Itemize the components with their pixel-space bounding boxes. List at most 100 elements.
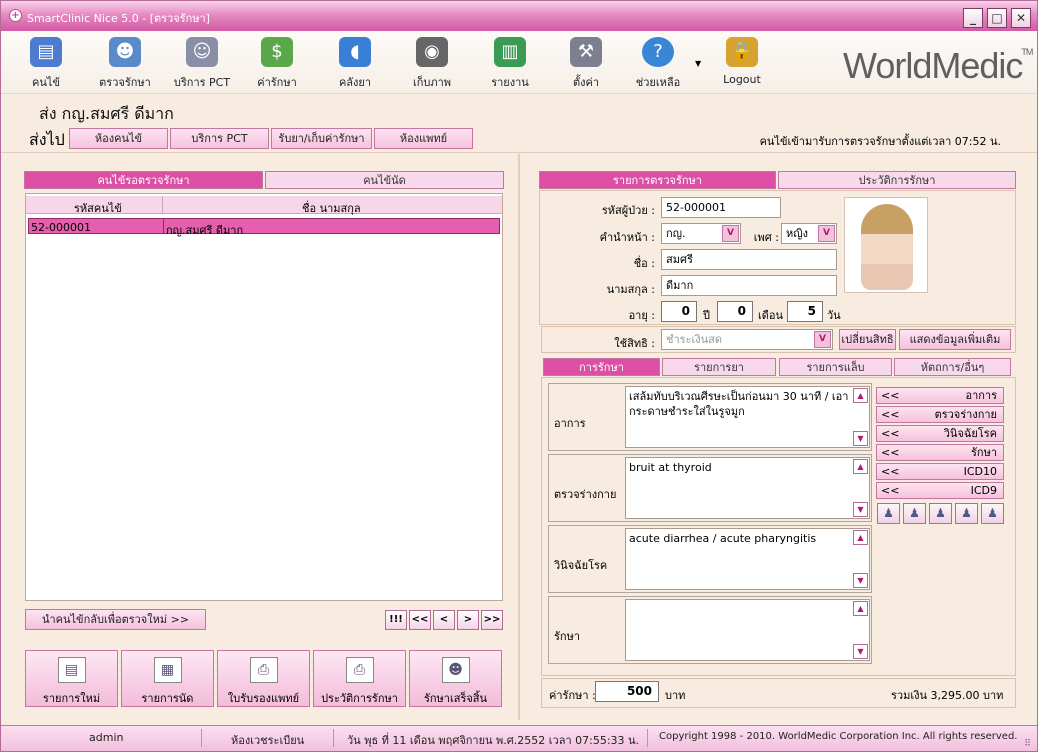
insert-physical-exam-button[interactable]: << ตรวจร่างกาย	[876, 406, 1004, 423]
tab-waiting-patients[interactable]: คนไข้รอตรวจรักษา	[24, 171, 263, 189]
user-template-2-button[interactable]: ♟	[903, 503, 926, 524]
sex-select[interactable]: หญิง V	[781, 223, 837, 244]
physical-exam-textarea[interactable]: bruit at thyroid ▲ ▼	[625, 457, 870, 519]
send-doctor-room-button[interactable]: ห้องแพทย์	[374, 128, 473, 149]
table-row[interactable]: 52-000001 กญ.สมศรี ดีมาก	[28, 218, 500, 237]
toolbar-fees[interactable]: $ ค่ารักษา	[242, 35, 312, 93]
cost-label: ค่ารักษา :	[549, 689, 596, 702]
scroll-down-icon[interactable]: ▼	[853, 644, 868, 659]
toolbar-photo[interactable]: ◉ เก็บภาพ	[397, 35, 467, 93]
patient-id-label: รหัสผู้ป่วย :	[601, 204, 655, 217]
subtab-procedures[interactable]: หัตถการ/อื่นๆ	[894, 358, 1011, 376]
change-rights-button[interactable]: เปลี่ยนสิทธิ	[839, 329, 896, 350]
status-datetime: วัน พุธ ที่ 11 เดือน พฤศจิกายน พ.ศ.2552 …	[347, 734, 640, 747]
treatment-history-button[interactable]: ⎙ ประวัติการรักษา	[313, 650, 406, 707]
tab-treatment-history[interactable]: ประวัติการรักษา	[778, 171, 1016, 189]
age-months-field[interactable]: 0	[717, 301, 753, 322]
scroll-up-icon[interactable]: ▲	[853, 601, 868, 616]
chart-icon: ▥	[494, 37, 526, 67]
scroll-down-icon[interactable]: ▼	[853, 502, 868, 517]
treatment-textarea[interactable]: ▲ ▼	[625, 599, 870, 661]
scroll-up-icon[interactable]: ▲	[853, 530, 868, 545]
scroll-down-icon[interactable]: ▼	[853, 573, 868, 588]
first-name-label: ชื่อ :	[633, 257, 655, 270]
panel-divider[interactable]	[518, 154, 520, 720]
chevron-down-icon[interactable]: V	[722, 225, 739, 242]
symptom-textarea[interactable]: เสล้มทับบริเวณศีรษะเป็นก่อนมา 30 นาที / …	[625, 386, 870, 448]
diagnosis-row: วินิจฉัยโรค acute diarrhea / acute phary…	[548, 525, 872, 593]
resize-grip-icon[interactable]: ⠿	[1024, 739, 1031, 749]
age-days-field[interactable]: 5	[787, 301, 823, 322]
toolbar-help[interactable]: ? ช่วยเหลือ	[623, 35, 693, 93]
app-icon: +	[9, 9, 22, 22]
years-unit: ปี	[703, 309, 710, 322]
insert-icd10-button[interactable]: << ICD10	[876, 463, 1004, 480]
appointments-button[interactable]: ▦ รายการนัด	[121, 650, 214, 707]
toolbar-pharmacy[interactable]: ◖ คลังยา	[320, 35, 390, 93]
patient-id-field[interactable]: 52-000001	[661, 197, 781, 218]
user-template-4-button[interactable]: ♟	[955, 503, 978, 524]
chevron-down-icon[interactable]: V	[818, 225, 835, 242]
nav-prev-button[interactable]: <	[433, 610, 455, 630]
patient-photo[interactable]	[844, 197, 928, 293]
insert-diagnosis-button[interactable]: << วินิจฉัยโรค	[876, 425, 1004, 442]
scroll-down-icon[interactable]: ▼	[853, 431, 868, 446]
scroll-up-icon[interactable]: ▲	[853, 459, 868, 474]
status-separator	[333, 729, 334, 747]
tab-appointment-patients[interactable]: คนไข้นัด	[265, 171, 504, 189]
age-years-field[interactable]: 0	[661, 301, 697, 322]
tab-treatment-record[interactable]: รายการตรวจรักษา	[539, 171, 776, 189]
diagnosis-textarea[interactable]: acute diarrhea / acute pharyngitis ▲ ▼	[625, 528, 870, 590]
nav-first-button[interactable]: <<	[409, 610, 431, 630]
help-dropdown-arrow-icon[interactable]: ▼	[695, 59, 701, 68]
patient-portrait-image	[861, 204, 913, 290]
rights-select[interactable]: ชำระเงินสด V	[661, 329, 833, 350]
treatment-label: รักษา	[554, 630, 580, 643]
show-more-info-button[interactable]: แสดงข้อมูลเพิ่มเติม	[899, 329, 1011, 350]
users-check-icon: ☻	[441, 657, 470, 683]
history-printer-icon: ⎙	[345, 657, 374, 683]
user-template-1-button[interactable]: ♟	[877, 503, 900, 524]
send-pharmacy-button[interactable]: รับยา/เก็บค่ารักษา	[271, 128, 372, 149]
waiting-patient-list[interactable]: รหัสคนไข้ ชื่อ นามสกุล 52-000001 กญ.สมศร…	[25, 193, 503, 601]
list-header: รหัสคนไข้ ชื่อ นามสกุล	[26, 196, 502, 215]
return-patient-button[interactable]: นำคนไข้กลับเพื่อตรวจใหม่ >>	[25, 609, 206, 630]
send-patient-room-button[interactable]: ห้องคนไข้	[69, 128, 168, 149]
user-template-5-button[interactable]: ♟	[981, 503, 1004, 524]
nav-refresh-button[interactable]: !!!	[385, 610, 407, 630]
scroll-up-icon[interactable]: ▲	[853, 388, 868, 403]
chevron-down-icon[interactable]: V	[814, 331, 831, 348]
months-unit: เดือน	[758, 309, 784, 322]
toolbar-pct[interactable]: ☺ บริการ PCT	[167, 35, 237, 93]
cost-field[interactable]: 500	[595, 681, 659, 702]
column-divider	[163, 219, 164, 233]
minimize-button[interactable]: _	[963, 8, 983, 28]
first-name-field[interactable]: สมศรี	[661, 249, 837, 270]
nav-last-button[interactable]: >>	[481, 610, 503, 630]
user-template-3-button[interactable]: ♟	[929, 503, 952, 524]
surname-field[interactable]: ดีมาก	[661, 275, 837, 296]
send-pct-button[interactable]: บริการ PCT	[170, 128, 269, 149]
medical-certificate-button[interactable]: ⎙ ใบรับรองแพทย์	[217, 650, 310, 707]
app-window: + SmartClinic Nice 5.0 - [ตรวจรักษา] _ □…	[0, 0, 1038, 752]
prefix-select[interactable]: กญ. V	[661, 223, 741, 244]
new-record-button[interactable]: ▤ รายการใหม่	[25, 650, 118, 707]
toolbar-settings[interactable]: ⚒ ตั้งค่า	[551, 35, 621, 93]
subtab-lab[interactable]: รายการแล็บ	[779, 358, 892, 376]
toolbar-logout[interactable]: 🔒 Logout	[707, 35, 777, 93]
close-button[interactable]: ✕	[1011, 8, 1031, 28]
row-patient-name: กญ.สมศรี ดีมาก	[166, 224, 244, 237]
toolbar-report[interactable]: ▥ รายงาน	[475, 35, 545, 93]
subtab-treatment[interactable]: การรักษา	[543, 358, 660, 376]
treatment-complete-button[interactable]: ☻ รักษาเสร็จสิ้น	[409, 650, 502, 707]
user-icon: ♟	[987, 506, 998, 520]
toolbar-examine[interactable]: ☻ ตรวจรักษา	[90, 35, 160, 93]
subtab-medications[interactable]: รายการยา	[662, 358, 776, 376]
toolbar-patient[interactable]: ▤ คนไข้	[11, 35, 81, 93]
money-icon: $	[261, 37, 293, 67]
nav-next-button[interactable]: >	[457, 610, 479, 630]
insert-treatment-button[interactable]: << รักษา	[876, 444, 1004, 461]
maximize-button[interactable]: □	[987, 8, 1007, 28]
insert-icd9-button[interactable]: << ICD9	[876, 482, 1004, 499]
insert-symptom-button[interactable]: << อาการ	[876, 387, 1004, 404]
